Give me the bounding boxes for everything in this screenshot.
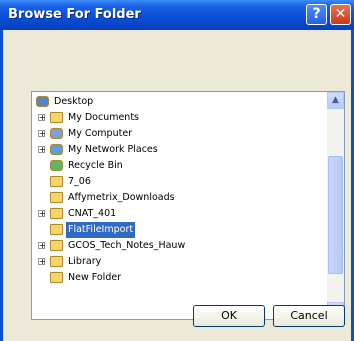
tree-item-label: My Documents xyxy=(68,112,140,123)
recycle-bin-icon xyxy=(50,160,63,171)
tree-item[interactable]: + CNAT_401 xyxy=(32,206,328,222)
tree-item[interactable]: Desktop xyxy=(32,94,328,110)
expand-icon[interactable]: + xyxy=(38,114,46,122)
network-places-icon xyxy=(50,144,63,155)
tree-item-label: New Folder xyxy=(68,272,122,283)
folder-icon xyxy=(50,224,63,235)
folder-tree[interactable]: Desktop + My Documents + My Computer + My Netw… xyxy=(31,91,345,320)
tree-item[interactable]: New Folder xyxy=(32,270,328,286)
tree-item-label: GCOS_Tech_Notes_Hauw xyxy=(68,240,186,251)
tree-item[interactable]: FlatFileImport xyxy=(32,222,328,238)
tree-item[interactable]: + My Network Places xyxy=(32,142,328,158)
expand-icon[interactable]: + xyxy=(38,146,46,154)
tree-item-label: Desktop xyxy=(54,96,94,107)
dialog-title: Browse For Folder xyxy=(8,7,141,22)
cancel-button[interactable]: Cancel xyxy=(273,305,345,327)
help-button[interactable]: ? xyxy=(306,4,327,25)
tree-item[interactable]: + GCOS_Tech_Notes_Hauw xyxy=(32,238,328,254)
scroll-up-button[interactable]: ▲ xyxy=(327,92,344,109)
folder-icon xyxy=(50,176,63,187)
window-border-left xyxy=(0,30,3,341)
tree-item[interactable]: + My Documents xyxy=(32,110,328,126)
computer-icon xyxy=(50,128,63,139)
desktop-icon xyxy=(36,96,49,107)
tree-item-label: CNAT_401 xyxy=(68,208,117,219)
tree-item-label: FlatFileImport xyxy=(66,222,136,238)
tree-item-label: My Network Places xyxy=(68,144,158,155)
tree-item[interactable]: 7_06 xyxy=(32,174,328,190)
folder-icon xyxy=(50,256,63,267)
title-bar[interactable]: Browse For Folder ? ✕ xyxy=(0,0,354,30)
folder-icon xyxy=(50,240,63,251)
tree-item-label: 7_06 xyxy=(68,176,91,187)
tree-item-label: Affymetrix_Downloads xyxy=(68,192,175,203)
scroll-thumb[interactable] xyxy=(328,156,343,274)
vertical-scrollbar[interactable]: ▲ ▼ xyxy=(327,92,344,319)
tree-item-label: My Computer xyxy=(68,128,133,139)
tree-item[interactable]: + My Computer xyxy=(32,126,328,142)
tree-item[interactable]: Recycle Bin xyxy=(32,158,328,174)
folder-icon xyxy=(50,192,63,203)
tree-item-label: Library xyxy=(68,256,102,267)
tree-item[interactable]: Affymetrix_Downloads xyxy=(32,190,328,206)
expand-icon[interactable]: + xyxy=(38,130,46,138)
expand-icon[interactable]: + xyxy=(38,242,46,250)
close-button[interactable]: ✕ xyxy=(330,4,351,25)
folder-icon xyxy=(50,272,63,283)
tree-item[interactable]: + Library xyxy=(32,254,328,270)
ok-button[interactable]: OK xyxy=(193,305,265,327)
folder-icon xyxy=(50,208,63,219)
browse-for-folder-dialog: Browse For Folder ? ✕ Desktop + My Documen… xyxy=(0,0,354,341)
tree-item-label: Recycle Bin xyxy=(68,160,123,171)
documents-folder-icon xyxy=(50,112,63,123)
expand-icon[interactable]: + xyxy=(38,210,46,218)
expand-icon[interactable]: + xyxy=(38,258,46,266)
